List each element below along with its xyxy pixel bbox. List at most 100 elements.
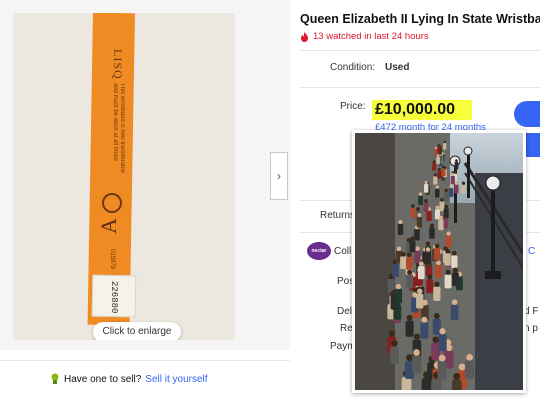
crowd-person-head — [432, 336, 439, 343]
bulb-icon — [51, 373, 59, 384]
click-to-enlarge-button[interactable]: Click to enlarge — [93, 322, 181, 340]
crowd-person-head — [440, 198, 444, 202]
crowd-person-head — [427, 274, 433, 280]
crowd-person-head — [452, 267, 458, 273]
crowd-person — [443, 143, 447, 150]
crowd-person — [409, 240, 416, 253]
crowd-person-head — [434, 281, 440, 287]
sell-it-yourself-link[interactable]: Sell it yourself — [145, 374, 207, 385]
crowd-person — [435, 264, 442, 279]
crowd-person — [438, 334, 447, 352]
crowd-person-head — [451, 172, 455, 176]
crowd-person — [433, 176, 438, 185]
crowd-person-head — [425, 247, 431, 252]
crowd-person-head — [415, 246, 420, 251]
crowd-person — [394, 288, 403, 304]
crowd-person — [429, 227, 435, 239]
crowd-person — [416, 293, 424, 309]
crowd-person-head — [458, 363, 466, 371]
crowd-person — [454, 161, 459, 170]
overlay-photo-frame[interactable] — [352, 130, 526, 393]
crowd-person-head — [418, 192, 423, 196]
crowd-person — [416, 216, 423, 228]
condition-label: Condition: — [330, 62, 376, 73]
crowd-person-head — [407, 269, 413, 275]
crowd-person — [420, 322, 429, 339]
crowd-person-head — [438, 354, 446, 362]
wristband-serial-small: 015979 — [109, 249, 115, 270]
next-image-button[interactable]: › — [270, 152, 288, 200]
crowd-person-head — [437, 167, 441, 171]
crowd-person — [444, 274, 452, 289]
watched-badge: 13 watched in last 24 hours — [300, 31, 429, 42]
delivery-value: d F — [524, 306, 539, 317]
crowd-person — [406, 256, 413, 270]
crowd-person-head — [454, 181, 458, 185]
crowd-person-head — [396, 246, 402, 252]
crowd-person — [406, 274, 414, 289]
crowd-person — [441, 168, 446, 177]
crowd-person-head — [443, 214, 448, 219]
crowd-person-head — [445, 269, 451, 275]
crowd-person-head — [425, 241, 431, 246]
price-label: Price: — [340, 101, 366, 112]
crowd-person-head — [439, 328, 446, 335]
crowd-person — [439, 201, 445, 212]
crowd-person — [450, 304, 459, 321]
divider — [300, 87, 540, 88]
crowd-person — [444, 253, 451, 266]
crowd-person-head — [434, 146, 438, 150]
royal-crest-icon — [102, 193, 122, 213]
buy-it-now-button[interactable] — [514, 101, 540, 127]
crowd-person-head — [413, 349, 420, 356]
crowd-person-head — [406, 314, 413, 321]
collect-link[interactable]: C — [528, 246, 535, 257]
crowd-person — [417, 266, 425, 280]
crowd-person — [414, 250, 421, 264]
condition-value: Used — [385, 62, 410, 73]
crowd-person-head — [429, 223, 434, 228]
crowd-person-head — [406, 252, 412, 258]
crowd-person-head — [436, 154, 440, 158]
crowd-person — [410, 207, 416, 218]
crowd-person — [435, 188, 440, 198]
crowd-person-head — [410, 236, 415, 241]
crowd-person — [400, 256, 407, 270]
wristband-small-text: This wristband is non-transferable and m… — [112, 83, 125, 174]
crowd-person-head — [446, 231, 451, 236]
crowd-person — [461, 184, 466, 194]
crowd-person — [433, 286, 441, 302]
crowd-person — [418, 195, 423, 206]
crowd-person-head — [435, 185, 439, 189]
listing-photo[interactable]: LISQ This wristband is non-transferable … — [13, 13, 235, 340]
nectar-logo: nectar — [307, 242, 331, 260]
crowd-person-head — [406, 354, 413, 361]
crowd-person-head — [424, 199, 428, 203]
sell-prompt-row: Have one to sell? Sell it yourself — [50, 371, 208, 387]
crowd-person — [451, 255, 458, 268]
divider — [0, 360, 290, 361]
crowd-person — [450, 175, 455, 185]
watched-text: 13 watched in last 24 hours — [313, 31, 429, 42]
crowd-person-head — [400, 251, 406, 257]
collect-label: Coll — [334, 246, 352, 257]
crowd-person — [437, 146, 441, 154]
crowd-person-head — [424, 180, 428, 185]
crowd-person-head — [418, 261, 424, 267]
crowd-person-head — [455, 159, 458, 163]
crowd-person-head — [391, 340, 398, 347]
divider — [300, 50, 540, 51]
wristband-letter: A — [95, 218, 121, 234]
crowd-person-head — [445, 248, 450, 254]
crowd-person — [405, 320, 414, 337]
crowd-person-head — [417, 288, 423, 294]
crowd-person-head — [437, 143, 440, 147]
crowd-person — [423, 202, 429, 213]
crowd-person — [454, 184, 459, 194]
crowd-person — [437, 170, 442, 179]
crowd-person-head — [461, 181, 466, 185]
crowd-person-head — [438, 215, 443, 220]
wristband-serial: 226880 — [109, 281, 119, 314]
crowd-person-head — [413, 333, 421, 340]
crowd-person — [437, 361, 447, 380]
